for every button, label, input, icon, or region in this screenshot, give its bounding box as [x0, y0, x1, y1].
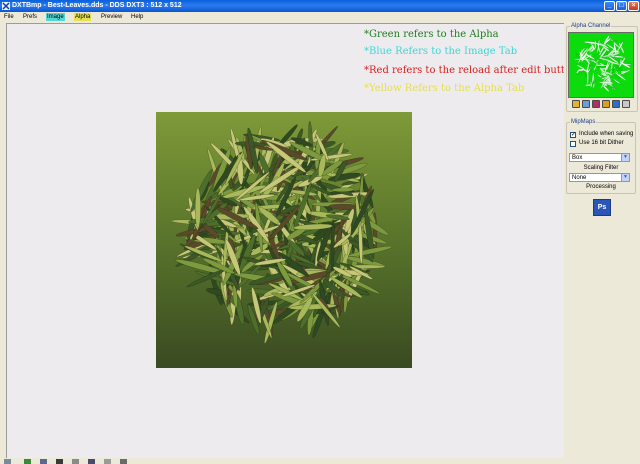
note-blue: *Blue Refers to the Image Tab	[364, 46, 518, 57]
image-icon[interactable]	[612, 100, 620, 108]
title-bar: DXTBmp - Best-Leaves.dds - DDS DXT3 : 51…	[0, 0, 640, 12]
maximize-button[interactable]: □	[616, 1, 627, 11]
scaling-filter-select[interactable]: None ▼	[569, 173, 630, 182]
include-when-saving-checkbox[interactable]: ✓	[570, 132, 576, 138]
processing-label: Processing	[586, 184, 616, 190]
dxtbmp-app-icon	[2, 2, 10, 10]
status-icon-3[interactable]	[40, 459, 47, 464]
menu-file[interactable]: File	[3, 13, 15, 21]
status-icon-6[interactable]	[88, 459, 95, 464]
open-icon[interactable]	[572, 100, 580, 108]
leaves-foliage	[171, 120, 393, 344]
menu-preview[interactable]: Preview	[100, 13, 123, 21]
scaling-filter-label: Scaling Filter	[583, 165, 619, 171]
alpha-mask-image	[574, 35, 633, 92]
status-icon-7[interactable]	[104, 459, 111, 464]
edit-icon[interactable]	[592, 100, 600, 108]
status-icon-1[interactable]	[4, 459, 11, 464]
menu-prefs[interactable]: Prefs	[22, 13, 38, 21]
mipmap-filter-value: Box	[572, 155, 583, 161]
note-green: *Green refers to the Alpha	[364, 29, 499, 40]
status-strip	[0, 458, 640, 464]
mipmaps-label: MipMaps	[570, 119, 597, 125]
chevron-down-icon[interactable]: ▼	[621, 154, 629, 161]
reload-icon[interactable]	[582, 100, 590, 108]
window-title: DXTBmp - Best-Leaves.dds - DDS DXT3 : 51…	[12, 2, 182, 9]
status-icon-2[interactable]	[24, 459, 31, 464]
chevron-down-icon[interactable]: ▼	[621, 174, 629, 181]
menu-image[interactable]: Image	[46, 13, 65, 21]
use-16bit-dither-label: Use 16 bit Dither	[579, 140, 624, 146]
alpha-channel-preview[interactable]	[568, 32, 634, 98]
note-red: *Red refers to the reload after edit but…	[364, 65, 578, 76]
note-yellow: *Yellow Refers to the Alpha Tab	[364, 83, 525, 94]
use-16bit-dither-checkbox[interactable]	[570, 141, 576, 147]
leaves-texture-image	[156, 112, 412, 368]
status-icon-5[interactable]	[72, 459, 79, 464]
include-when-saving-label: Include when saving	[579, 131, 634, 137]
status-icon-8[interactable]	[120, 459, 127, 464]
mipmap-filter-select[interactable]: Box ▼	[569, 153, 630, 162]
menu-bar: File Prefs Image Alpha Preview Help	[0, 12, 640, 22]
photoshop-button[interactable]: Ps	[593, 199, 611, 216]
save-icon[interactable]	[602, 100, 610, 108]
status-icon-4[interactable]	[56, 459, 63, 464]
menu-alpha[interactable]: Alpha	[74, 13, 92, 21]
minimize-button[interactable]: _	[604, 1, 615, 11]
alpha-toolbar	[572, 100, 634, 108]
menu-help[interactable]: Help	[130, 13, 144, 21]
scaling-filter-value: None	[572, 175, 587, 181]
close-button[interactable]: ×	[628, 1, 639, 11]
alpha-channel-label: Alpha Channel	[570, 23, 612, 29]
zoom-icon[interactable]	[622, 100, 630, 108]
